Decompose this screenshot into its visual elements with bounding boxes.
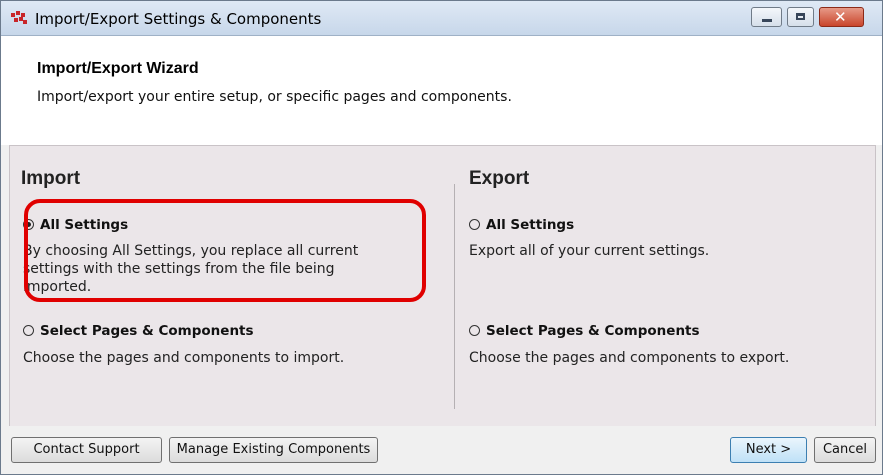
export-heading: Export [469, 168, 530, 189]
export-all-settings-description: Export all of your current settings. [469, 242, 709, 260]
next-button[interactable]: Next > [730, 437, 807, 463]
wizard-header: Import/Export Wizard Import/export your … [1, 36, 882, 145]
window-title: Import/Export Settings & Components [35, 10, 322, 28]
button-bar: Contact Support Manage Existing Componen… [1, 426, 882, 474]
import-heading: Import [21, 168, 81, 189]
column-divider [454, 184, 455, 409]
description-line: Choose the pages and components to expor… [469, 350, 790, 366]
close-icon: ✕ [834, 8, 847, 26]
wizard-subtitle: Import/export your entire setup, or spec… [37, 89, 512, 105]
close-button[interactable]: ✕ [819, 7, 864, 27]
minimize-icon [762, 19, 772, 22]
export-all-settings-label: All Settings [486, 217, 575, 233]
contact-support-button[interactable]: Contact Support [11, 437, 162, 463]
import-select-pages-radio[interactable] [23, 325, 34, 336]
import-select-pages-option[interactable]: Select Pages & Components [23, 323, 254, 339]
title-bar[interactable]: Import/Export Settings & Components ✕ [1, 1, 882, 36]
description-line: Export all of your current settings. [469, 243, 710, 259]
manage-components-button[interactable]: Manage Existing Components [169, 437, 378, 463]
options-panel: Import All Settings By choosing All Sett… [9, 145, 876, 427]
wizard-title: Import/Export Wizard [37, 60, 199, 77]
import-select-pages-description: Choose the pages and components to impor… [23, 349, 344, 367]
export-select-pages-description: Choose the pages and components to expor… [469, 349, 789, 367]
maximize-button[interactable] [787, 7, 814, 27]
export-all-settings-option[interactable]: All Settings [469, 217, 574, 233]
app-icon [11, 11, 27, 25]
minimize-button[interactable] [751, 7, 782, 27]
wizard-window: Import/Export Settings & Components ✕ Im… [0, 0, 883, 475]
description-line: Choose the pages and components to impor… [23, 350, 345, 366]
maximize-icon [796, 13, 805, 20]
highlight-annotation [24, 199, 426, 302]
export-select-pages-label: Select Pages & Components [486, 323, 700, 339]
export-select-pages-radio[interactable] [469, 325, 480, 336]
export-select-pages-option[interactable]: Select Pages & Components [469, 323, 700, 339]
cancel-button[interactable]: Cancel [814, 437, 876, 463]
import-select-pages-label: Select Pages & Components [40, 323, 254, 339]
export-all-settings-radio[interactable] [469, 219, 480, 230]
